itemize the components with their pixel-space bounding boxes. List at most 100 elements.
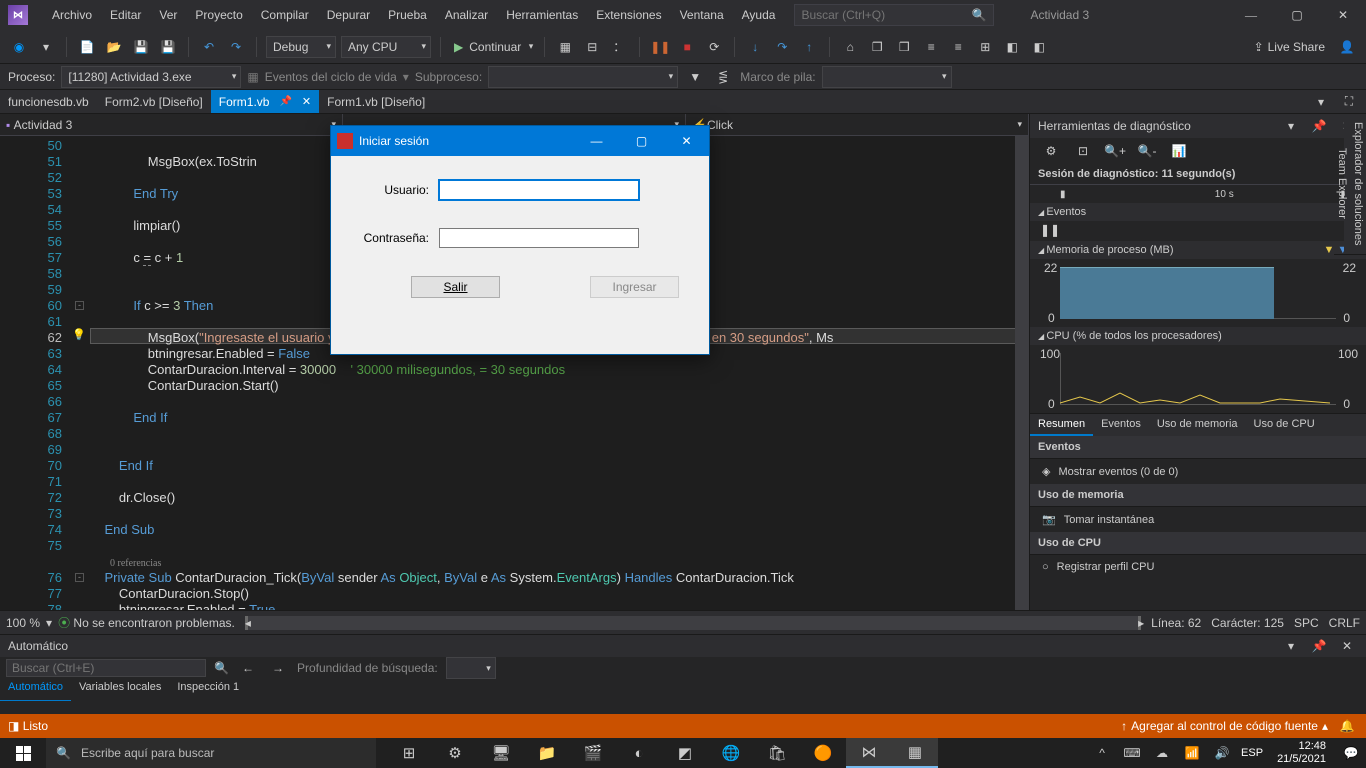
autos-search-input[interactable] (6, 659, 206, 677)
diag-menu-icon[interactable]: ▾ (1280, 115, 1302, 137)
panel-close-icon[interactable]: ✕ (1336, 635, 1358, 657)
diag-tab-eventos[interactable]: Eventos (1093, 414, 1149, 436)
diag-memory-section[interactable]: Memoria de proceso (MB) ▼ ▼ ● (1030, 241, 1366, 259)
settings-icon[interactable]: ⚙ (432, 738, 478, 768)
config-dropdown[interactable]: Debug (266, 36, 336, 58)
steam-icon[interactable]: ◐ (616, 738, 662, 768)
login-maximize-button[interactable]: ▢ (619, 126, 664, 156)
diag-tab-resumen[interactable]: Resumen (1030, 414, 1093, 436)
notifications-tray-icon[interactable]: 💬 (1340, 742, 1362, 764)
tab-form2-vb--dise-o-[interactable]: Form2.vb [Diseño] (97, 90, 211, 113)
menu-ver[interactable]: Ver (150, 0, 186, 30)
continue-button[interactable]: Continuar (450, 36, 535, 58)
tb-g-icon[interactable]: ◧ (1001, 36, 1023, 58)
thread-icon[interactable]: ⋚ (712, 66, 734, 88)
tb-c-icon[interactable]: ❒ (893, 36, 915, 58)
show-events-link[interactable]: ◈ Mostrar eventos (0 de 0) (1030, 459, 1366, 484)
step-out-icon[interactable]: ↑ (798, 36, 820, 58)
menu-ventana[interactable]: Ventana (671, 0, 733, 30)
menu-ayuda[interactable]: Ayuda (733, 0, 785, 30)
panel-menu-icon[interactable]: ▾ (1280, 635, 1302, 657)
tool-icon-1[interactable]: ▦ (554, 36, 576, 58)
maximize-button[interactable]: ▢ (1274, 0, 1320, 30)
app1-icon[interactable]: 🖥 (478, 738, 524, 768)
close-button[interactable]: ✕ (1320, 0, 1366, 30)
diag-zoom-out-icon[interactable]: 🔍- (1136, 140, 1158, 162)
save-all-icon[interactable]: 💾 (157, 36, 179, 58)
undo-icon[interactable]: ↶ (198, 36, 220, 58)
browser-icon[interactable]: 🟠 (800, 738, 846, 768)
project-dropdown[interactable]: ▪ Actividad 3 (0, 114, 343, 135)
tb-b-icon[interactable]: ❒ (866, 36, 888, 58)
store-icon[interactable]: 🛍 (754, 738, 800, 768)
save-icon[interactable]: 💾 (130, 36, 152, 58)
clock[interactable]: 12:48 21/5/2021 (1271, 740, 1332, 766)
diag-gear-icon[interactable]: ⚙ (1040, 140, 1062, 162)
scrollbar-h[interactable]: ◂ ▸ (245, 616, 1141, 630)
wifi-icon[interactable]: 📶 (1181, 742, 1203, 764)
taskbar-search[interactable]: 🔍 Escribe aquí para buscar (46, 738, 376, 768)
take-snapshot-link[interactable]: 📷 Tomar instantánea (1030, 507, 1366, 532)
tool-icon-2[interactable]: ⊟ (581, 36, 603, 58)
tb-d-icon[interactable]: ≡ (920, 36, 942, 58)
diag-cpu-section[interactable]: CPU (% de todos los procesadores) (1030, 327, 1366, 345)
start-button[interactable] (0, 738, 46, 768)
filter-icon[interactable]: ▼ (684, 66, 706, 88)
running-app-icon[interactable]: ▦ (892, 738, 938, 768)
open-icon[interactable]: 📂 (103, 36, 125, 58)
solution-explorer-tab[interactable]: Explorador de soluciones (1350, 114, 1366, 255)
lang-indicator[interactable]: ESP (1241, 747, 1263, 759)
menu-depurar[interactable]: Depurar (318, 0, 379, 30)
menu-compilar[interactable]: Compilar (252, 0, 318, 30)
tb-h-icon[interactable]: ◧ (1028, 36, 1050, 58)
bp-tab-inspección-1[interactable]: Inspección 1 (169, 679, 247, 701)
nvidia-icon[interactable]: ◩ (662, 738, 708, 768)
keyboard-icon[interactable]: ⌨ (1121, 742, 1143, 764)
tool-icon-3[interactable]: ： (608, 36, 630, 58)
vs-taskbar-icon[interactable]: ⋈ (846, 738, 892, 768)
tb-a-icon[interactable]: ⌂ (839, 36, 861, 58)
menu-proyecto[interactable]: Proyecto (186, 0, 251, 30)
taskview-icon[interactable]: ⊞ (386, 738, 432, 768)
minimize-button[interactable]: — (1228, 0, 1274, 30)
login-close-button[interactable]: ✕ (664, 126, 709, 156)
tab-form1-vb[interactable]: Form1.vb📌✕ (211, 90, 319, 113)
onedrive-icon[interactable]: ☁ (1151, 742, 1173, 764)
bp-tab-automático[interactable]: Automático (0, 679, 71, 701)
menu-herramientas[interactable]: Herramientas (497, 0, 587, 30)
quick-search-input[interactable] (801, 8, 971, 22)
team-explorer-tab[interactable]: Team Explorer (1334, 114, 1350, 255)
record-cpu-link[interactable]: ○ Registrar perfil CPU (1030, 555, 1366, 579)
login-button[interactable]: Ingresar (590, 276, 679, 298)
app2-icon[interactable]: 🎬 (570, 738, 616, 768)
exit-button[interactable]: Salir (411, 276, 500, 298)
stop-icon[interactable]: ■ (676, 36, 698, 58)
explorer-icon[interactable]: 📁 (524, 738, 570, 768)
restart-icon[interactable]: ⟳ (703, 36, 725, 58)
tab-full-icon[interactable]: ⛶ (1338, 91, 1360, 113)
add-scm-button[interactable]: ↑ Agregar al control de código fuente ▴ (1121, 719, 1328, 733)
menu-prueba[interactable]: Prueba (379, 0, 436, 30)
member-dropdown[interactable]: ⚡ Click (686, 114, 1029, 135)
diag-zoom-fit-icon[interactable]: ⊡ (1072, 140, 1094, 162)
menu-extensiones[interactable]: Extensiones (587, 0, 670, 30)
login-minimize-button[interactable]: — (574, 126, 619, 156)
menu-archivo[interactable]: Archivo (43, 0, 101, 30)
tab-funcionesdb-vb[interactable]: funcionesdb.vb (0, 90, 97, 113)
step-over-icon[interactable]: ↷ (771, 36, 793, 58)
line-endings[interactable]: CRLF (1329, 616, 1360, 630)
diag-chart-icon[interactable]: 📊 (1168, 140, 1190, 162)
search-prev-icon[interactable]: ← (237, 657, 259, 679)
volume-icon[interactable]: 🔊 (1211, 742, 1233, 764)
nav-back-icon[interactable]: ◉ (8, 36, 30, 58)
diag-events-section[interactable]: Eventos (1030, 203, 1366, 221)
tab-form1-vb--dise-o-[interactable]: Form1.vb [Diseño] (319, 90, 433, 113)
new-file-icon[interactable]: 📄 (76, 36, 98, 58)
tab-menu-icon[interactable]: ▾ (1310, 91, 1332, 113)
menu-editar[interactable]: Editar (101, 0, 150, 30)
subprocess-dropdown[interactable] (488, 66, 678, 88)
nav-fwd-icon[interactable]: ▾ (35, 36, 57, 58)
panel-pin-icon[interactable]: 📌 (1308, 635, 1330, 657)
live-share-button[interactable]: ⇪ Live Share (1248, 40, 1331, 54)
diag-pin-icon[interactable]: 📌 (1308, 115, 1330, 137)
